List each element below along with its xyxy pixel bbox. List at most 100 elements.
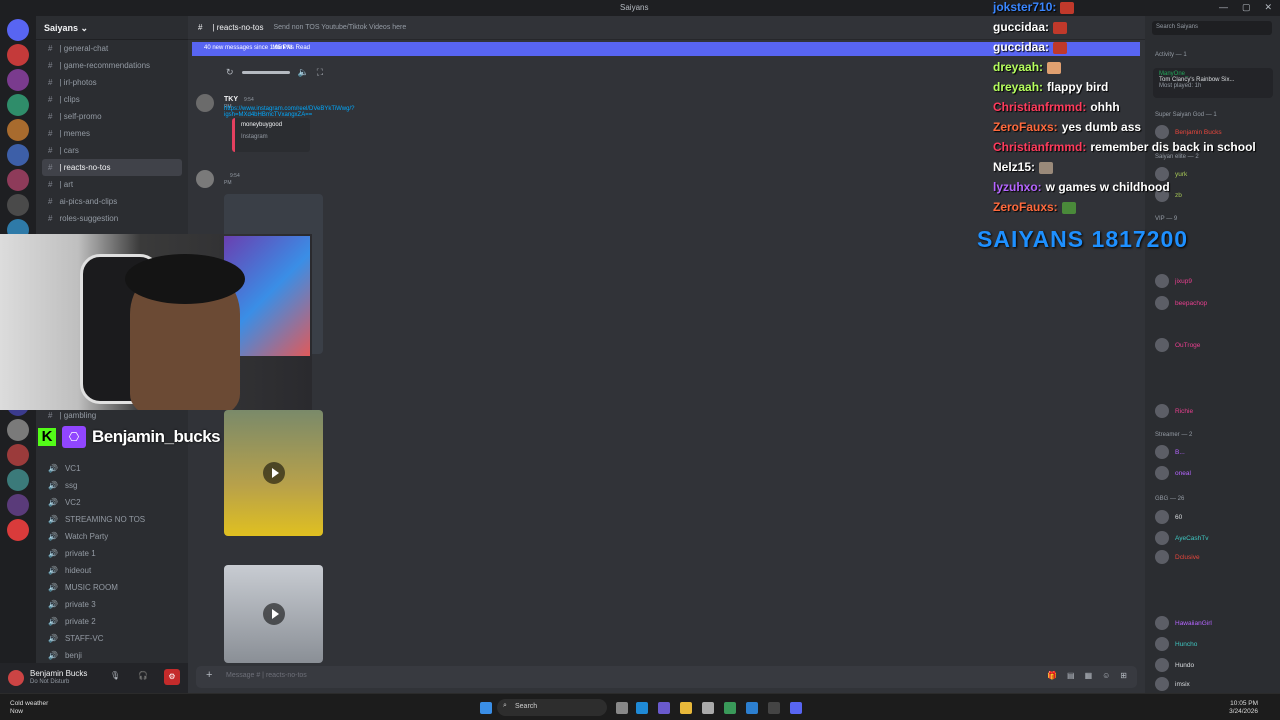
channel-roles-suggestion[interactable]: # roles-suggestion: [36, 210, 188, 227]
avatar: [1155, 274, 1169, 288]
member-item[interactable]: jixup9: [1155, 274, 1192, 288]
server-icon[interactable]: [7, 494, 29, 516]
channel-clips[interactable]: # | clips: [36, 91, 188, 108]
channel-game-recommendations[interactable]: # | game-recommendations: [36, 57, 188, 74]
message-composer[interactable]: + Message # | reacts-no-tos 🎁 ▤ ▦ ☺ ⊞: [196, 666, 1137, 688]
voice-channel[interactable]: 🔊 Watch Party: [36, 528, 188, 545]
chrome-icon[interactable]: [724, 702, 736, 714]
volume-icon[interactable]: 🔈: [298, 67, 309, 78]
user-status: Do Not Disturb: [30, 679, 70, 685]
gif-icon[interactable]: ▤: [1067, 671, 1075, 680]
channel-cars[interactable]: # | cars: [36, 142, 188, 159]
hash-icon: #: [48, 129, 53, 138]
discord-icon[interactable]: [790, 702, 802, 714]
speaker-icon: 🔊: [48, 600, 58, 609]
home-icon[interactable]: [7, 19, 29, 41]
member-item[interactable]: Hundo: [1155, 658, 1194, 672]
voice-channel[interactable]: 🔊 ssg: [36, 477, 188, 494]
server-icon[interactable]: [7, 44, 29, 66]
channel-self-promo[interactable]: # | self-promo: [36, 108, 188, 125]
avatar[interactable]: [196, 170, 214, 188]
channel-ai-pics[interactable]: # ai-pics-and-clips: [36, 193, 188, 210]
voice-channel[interactable]: 🔊 benji: [36, 647, 188, 664]
voice-channel[interactable]: 🔊 private 3: [36, 596, 188, 613]
system-clock[interactable]: 10:05 PM 3/24/2026: [1229, 700, 1258, 716]
sticker-icon[interactable]: ▦: [1085, 671, 1093, 680]
streamer-hair: [125, 254, 245, 304]
voice-channel[interactable]: 🔊 MUSIC ROOM: [36, 579, 188, 596]
emote-icon: [1060, 1, 1075, 14]
server-icon[interactable]: [7, 169, 29, 191]
channel-memes[interactable]: # | memes: [36, 125, 188, 142]
emoji-icon[interactable]: ☺: [1102, 671, 1110, 680]
message-author[interactable]: TKY: [224, 96, 238, 103]
server-icon[interactable]: [7, 469, 29, 491]
settings-icon[interactable]: ⚙: [164, 669, 180, 685]
voice-channel[interactable]: 🔊 private 2: [36, 613, 188, 630]
voice-channel[interactable]: 🔊 private 1: [36, 545, 188, 562]
voice-channel[interactable]: 🔊 VC1: [36, 460, 188, 477]
avatar: [1155, 296, 1169, 310]
channel-reacts-no-tos[interactable]: # | reacts-no-tos: [42, 159, 182, 176]
member-item[interactable]: OuTroge: [1155, 338, 1200, 352]
server-icon[interactable]: [7, 69, 29, 91]
taskbar-search[interactable]: ⌕ Search: [497, 699, 607, 716]
apps-icon[interactable]: ⊞: [1120, 671, 1127, 680]
start-icon[interactable]: [480, 702, 492, 714]
server-icon[interactable]: [7, 419, 29, 441]
app-icon[interactable]: [746, 702, 758, 714]
avatar[interactable]: [196, 94, 214, 112]
member-item[interactable]: Dclusive: [1155, 550, 1200, 564]
voice-channel[interactable]: 🔊 STAFF-VC: [36, 630, 188, 647]
weather-widget[interactable]: Cold weather Now: [10, 700, 48, 716]
member-item[interactable]: imsix: [1155, 677, 1190, 691]
obs-icon[interactable]: [768, 702, 780, 714]
fullscreen-icon[interactable]: ⛶: [317, 67, 323, 78]
gift-icon[interactable]: 🎁: [1047, 671, 1057, 680]
member-item[interactable]: AyeCashTv: [1155, 531, 1208, 545]
microphone-icon[interactable]: 🎙: [110, 671, 120, 680]
server-icon[interactable]: [7, 194, 29, 216]
edge-icon[interactable]: [636, 702, 648, 714]
server-icon[interactable]: [7, 144, 29, 166]
task-view-icon[interactable]: [616, 702, 628, 714]
file-explorer-icon[interactable]: [680, 702, 692, 714]
channel-irl-photos[interactable]: # | irl-photos: [36, 74, 188, 91]
channel-general-chat[interactable]: # | general-chat: [36, 40, 188, 57]
server-icon[interactable]: [7, 94, 29, 116]
member-item[interactable]: 60: [1155, 510, 1182, 524]
server-icon[interactable]: [7, 519, 29, 541]
window-title: Saiyans: [620, 3, 649, 12]
member-item[interactable]: beepachop: [1155, 296, 1207, 310]
play-icon[interactable]: [262, 603, 285, 625]
member-item[interactable]: HawaiianGirl: [1155, 616, 1212, 630]
voice-channel[interactable]: 🔊 hideout: [36, 562, 188, 579]
add-attachment-button[interactable]: +: [206, 669, 212, 681]
hash-icon: #: [48, 44, 53, 53]
replay-icon[interactable]: ↻: [226, 67, 234, 78]
voice-channel[interactable]: 🔊 VC2: [36, 494, 188, 511]
play-icon[interactable]: [262, 462, 285, 484]
member-item[interactable]: Richie: [1155, 404, 1193, 418]
guild-name[interactable]: Saiyans ⌄: [36, 16, 188, 40]
message-input[interactable]: Message # | reacts-no-tos: [226, 672, 307, 679]
message-link[interactable]: https://www.instagram.com/reel/DVeBYkTiW…: [224, 106, 355, 118]
emote-icon: [1053, 21, 1068, 34]
voice-channel[interactable]: 🔊 STREAMING NO TOS: [36, 511, 188, 528]
headphones-icon[interactable]: 🎧: [138, 671, 148, 680]
link-embed[interactable]: moneybuygood Instagram: [232, 118, 310, 152]
overlay-chat-line: Christianfrmmd: ohhh: [993, 100, 1120, 114]
progress-bar[interactable]: [241, 70, 290, 74]
settings-icon[interactable]: [702, 702, 714, 714]
mark-read-button[interactable]: Mark As Read: [272, 45, 310, 51]
server-icon[interactable]: [7, 119, 29, 141]
member-item[interactable]: Huncho: [1155, 637, 1197, 651]
copilot-icon[interactable]: [658, 702, 670, 714]
video-attachment[interactable]: [224, 410, 323, 536]
channel-art[interactable]: # | art: [36, 176, 188, 193]
avatar[interactable]: [8, 670, 24, 686]
server-icon[interactable]: [7, 444, 29, 466]
member-item[interactable]: B...: [1155, 445, 1185, 459]
member-item[interactable]: oneal: [1155, 466, 1191, 480]
video-attachment[interactable]: [224, 565, 323, 663]
